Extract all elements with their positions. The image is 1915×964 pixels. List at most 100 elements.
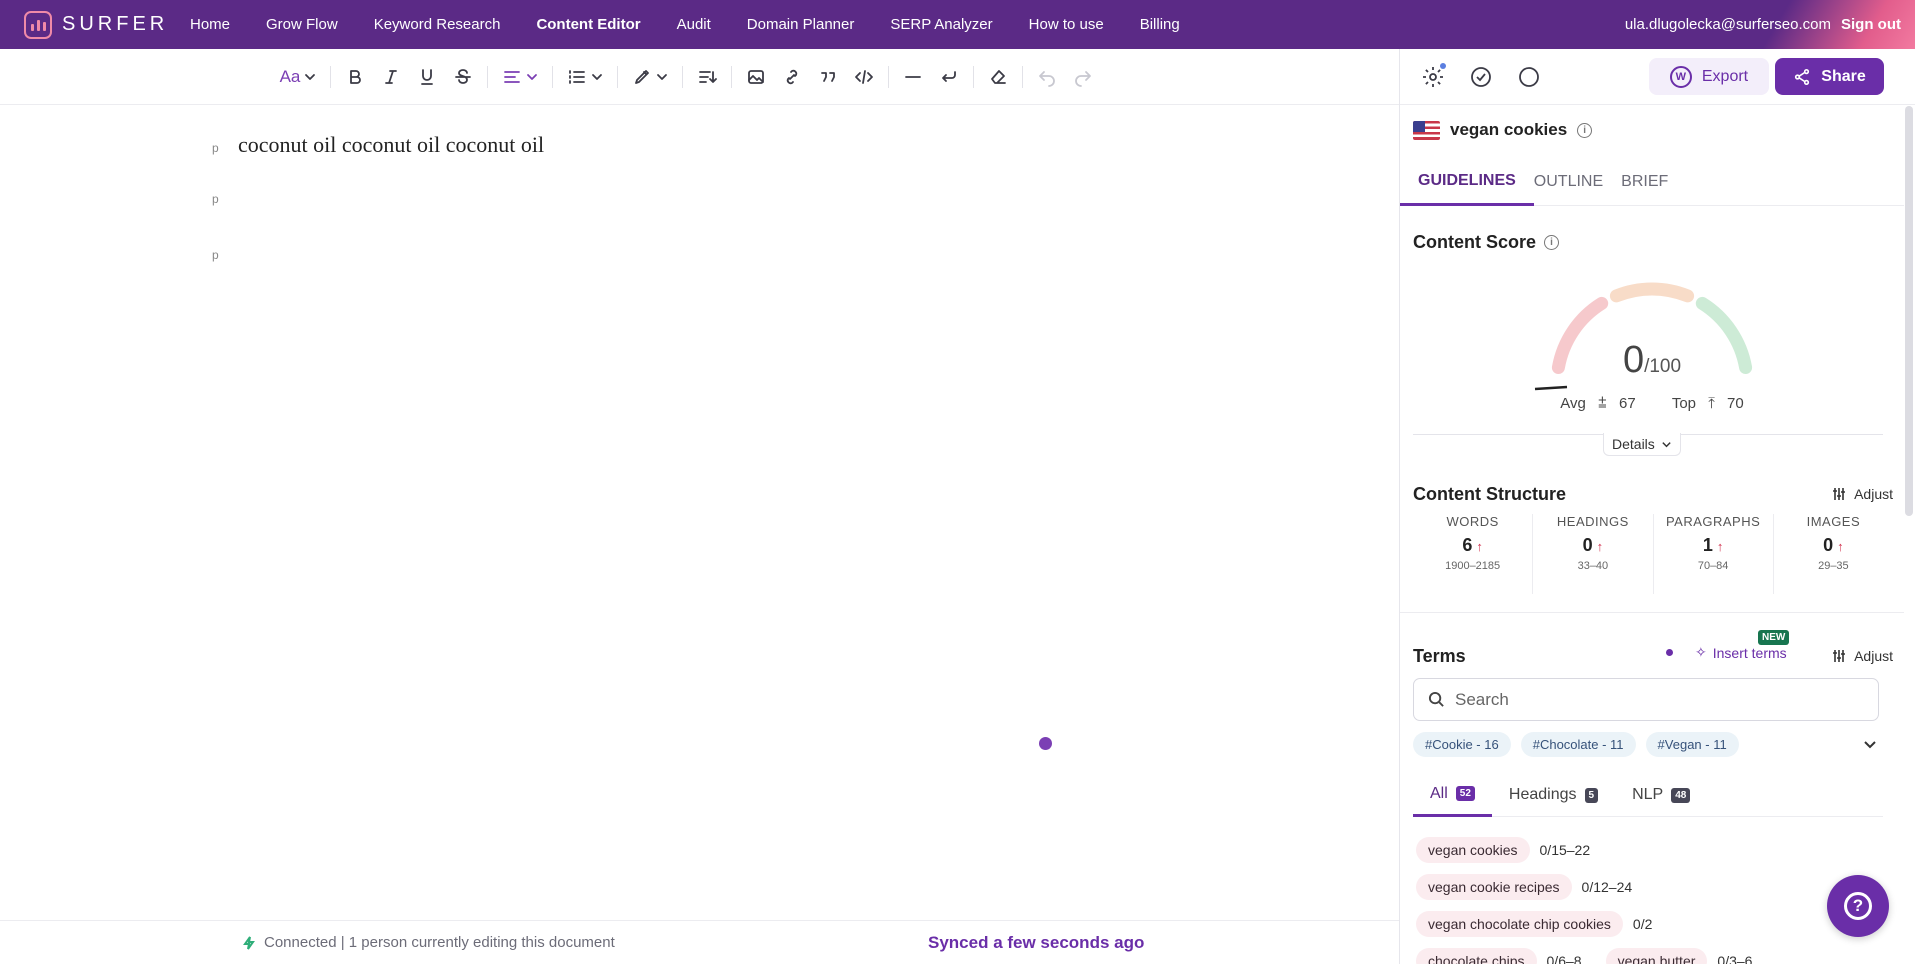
top-value: 70	[1727, 395, 1744, 412]
undo-button[interactable]	[1029, 59, 1065, 95]
topic-chips: #Cookie - 16 #Chocolate - 11 #Vegan - 11	[1413, 732, 1739, 757]
underline-button[interactable]	[409, 59, 445, 95]
nav-how-to-use[interactable]: How to use	[1029, 16, 1104, 33]
export-button[interactable]: W Export	[1649, 58, 1769, 95]
term-chip[interactable]: vegan butter	[1605, 948, 1708, 964]
italic-button[interactable]	[373, 59, 409, 95]
content-structure-title: Content Structure	[1413, 484, 1566, 505]
nav-serp-analyzer[interactable]: SERP Analyzer	[890, 16, 992, 33]
structure-range: 29–35	[1818, 560, 1849, 572]
panel-tabs: GUIDELINES OUTLINE BRIEF	[1400, 158, 1904, 206]
info-icon[interactable]: i	[1577, 122, 1593, 138]
chevron-down-icon	[592, 73, 602, 80]
share-label: Share	[1821, 67, 1866, 85]
nav-audit[interactable]: Audit	[677, 16, 711, 33]
structure-range: 33–40	[1577, 560, 1609, 572]
check-button[interactable]	[1464, 60, 1498, 94]
tab-label: All	[1430, 784, 1448, 802]
structure-adjust-button[interactable]: Adjust	[1832, 486, 1893, 502]
arrow-up-icon: ↑	[1476, 539, 1483, 554]
terms-tab-all[interactable]: All 52	[1413, 773, 1492, 817]
content-score-value: 0/100	[1400, 339, 1904, 382]
terms-tab-nlp[interactable]: NLP 48	[1615, 773, 1707, 817]
help-button[interactable]: ?	[1827, 875, 1889, 937]
nav-domain-planner[interactable]: Domain Planner	[747, 16, 855, 33]
tab-guidelines[interactable]: GUIDELINES	[1400, 158, 1534, 206]
panel-scrollbar[interactable]	[1905, 106, 1913, 516]
term-chip[interactable]: vegan chocolate chip cookies	[1416, 911, 1623, 937]
list-dropdown[interactable]	[559, 59, 611, 95]
info-icon[interactable]: i	[1544, 235, 1560, 250]
arrow-up-icon: ↑	[1596, 539, 1604, 554]
nav-content-editor[interactable]: Content Editor	[536, 16, 640, 33]
editor-canvas[interactable]: p coconut oil coconut oil coconut oil p …	[0, 106, 1399, 920]
term-chip[interactable]: vegan cookies	[1416, 837, 1530, 863]
details-toggle[interactable]: Details	[1603, 433, 1681, 456]
settings-button[interactable]	[1416, 60, 1450, 94]
paragraph[interactable]: p coconut oil coconut oil coconut oil	[212, 132, 544, 158]
search-input[interactable]	[1455, 689, 1855, 710]
avg-label: Avg	[1560, 395, 1586, 412]
guidelines-panel: W Export Share vegan cookies i GUIDELINE…	[1399, 49, 1915, 964]
avg-value: 67	[1618, 395, 1636, 412]
check-circle-icon	[1471, 66, 1491, 87]
paragraph[interactable]: p	[212, 192, 238, 206]
target-keyword: vegan cookies	[1450, 120, 1568, 139]
nav-keyword-research[interactable]: Keyword Research	[374, 16, 501, 33]
arrow-up-icon: ↑	[1837, 539, 1844, 554]
image-button[interactable]	[738, 59, 774, 95]
strikethrough-button[interactable]	[445, 59, 481, 95]
quote-icon	[821, 71, 835, 82]
more-options-button[interactable]	[1512, 60, 1546, 94]
gauge-arc-mid	[1609, 282, 1695, 303]
surfer-logo-icon	[24, 10, 52, 39]
align-dropdown[interactable]	[494, 59, 546, 95]
expand-chips-button[interactable]	[1863, 737, 1877, 751]
topic-chip[interactable]: #Chocolate - 11	[1520, 732, 1636, 757]
insert-terms-button[interactable]: ✧ Insert terms	[1666, 644, 1787, 661]
us-flag-icon	[1413, 120, 1440, 140]
nav-grow-flow[interactable]: Grow Flow	[266, 16, 338, 33]
font-size-dropdown[interactable]: Aa	[272, 59, 324, 95]
structure-label: HEADINGS	[1556, 514, 1629, 529]
terms-tab-headings[interactable]: Headings 5	[1492, 773, 1615, 817]
highlight-dropdown[interactable]	[624, 59, 676, 95]
align-icon	[504, 70, 520, 83]
redo-button[interactable]	[1065, 59, 1101, 95]
score-number: 0	[1622, 339, 1645, 381]
hard-break-button[interactable]	[931, 59, 967, 95]
content-score-label: Content Score	[1413, 232, 1537, 252]
nav-billing[interactable]: Billing	[1140, 16, 1180, 33]
strikethrough-icon	[455, 68, 471, 84]
share-button[interactable]: Share	[1775, 58, 1884, 95]
horizontal-rule-button[interactable]	[895, 59, 931, 95]
sync-status: Synced a few seconds ago	[928, 932, 1145, 952]
help-icon: ?	[1844, 892, 1872, 920]
export-label: Export	[1701, 67, 1749, 85]
nav-home[interactable]: Home	[190, 16, 230, 33]
code-button[interactable]	[846, 59, 882, 95]
term-chip[interactable]: chocolate chips	[1416, 948, 1537, 964]
term-row: chocolate chips 0/6–8 vegan butter 0/3–6	[1416, 948, 1766, 964]
topic-chip[interactable]: #Cookie - 16	[1413, 732, 1511, 757]
bold-button[interactable]	[337, 59, 373, 95]
sign-out-link[interactable]: Sign out	[1841, 16, 1901, 33]
toolbar-separator	[1022, 65, 1023, 88]
term-chip[interactable]: vegan cookie recipes	[1416, 874, 1572, 900]
tab-outline[interactable]: OUTLINE	[1534, 158, 1621, 206]
paragraph[interactable]: p	[212, 248, 238, 262]
tab-count-badge: 5	[1584, 787, 1599, 803]
insert-terms-label: Insert terms	[1712, 644, 1787, 661]
terms-adjust-button[interactable]: Adjust	[1832, 648, 1893, 664]
quote-button[interactable]	[810, 59, 846, 95]
paragraph-text[interactable]: coconut oil coconut oil coconut oil	[238, 132, 544, 158]
surfer-logo[interactable]: SURFER	[24, 10, 190, 39]
content-structure-grid: WORDS 6 ↑ 1900–2185 HEADINGS 0 ↑ 33–40 PAR…	[1413, 514, 1893, 594]
link-button[interactable]	[774, 59, 810, 95]
collaborator-cursor	[1039, 737, 1052, 750]
tab-count-badge: 52	[1455, 786, 1475, 801]
tab-brief[interactable]: BRIEF	[1621, 158, 1686, 206]
clear-format-button[interactable]	[980, 59, 1016, 95]
line-height-button[interactable]	[689, 59, 725, 95]
topic-chip[interactable]: #Vegan - 11	[1645, 732, 1739, 757]
